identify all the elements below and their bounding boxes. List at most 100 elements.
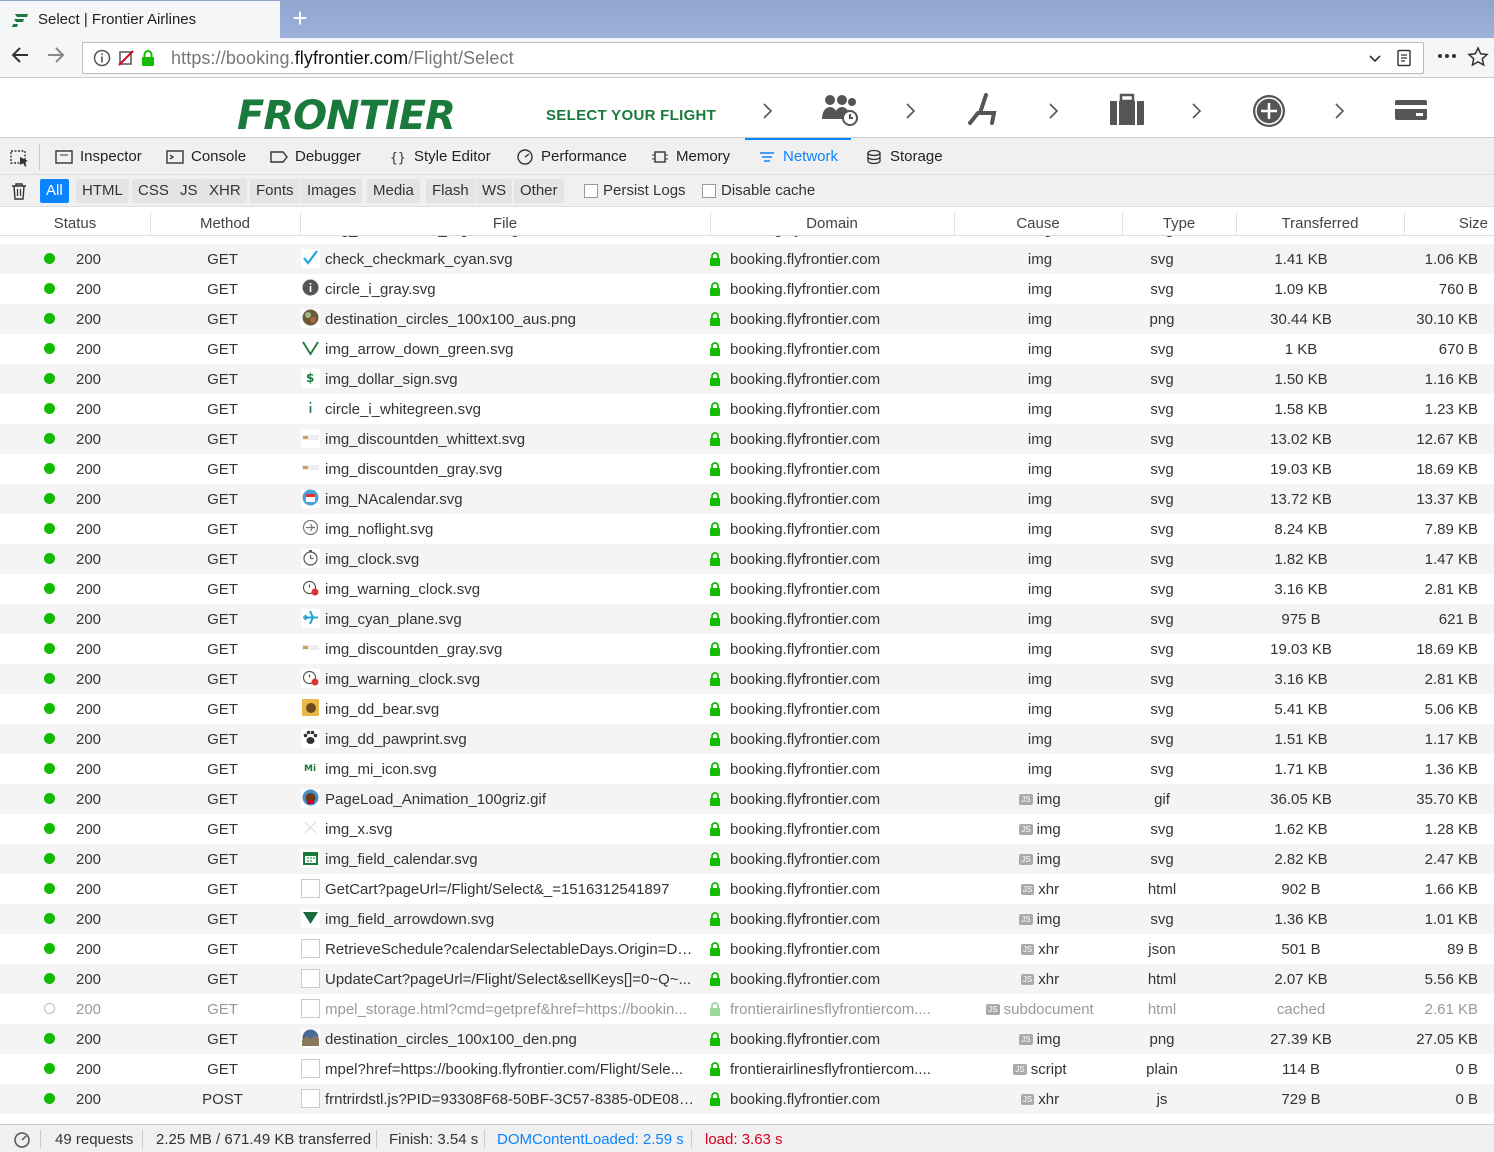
new-tab-button[interactable]: +: [286, 4, 314, 32]
request-domain: booking.flyfrontier.com: [730, 701, 881, 718]
js-stack-icon[interactable]: JS: [1020, 974, 1035, 985]
tab-memory[interactable]: Memory: [651, 138, 730, 175]
filter-css-button[interactable]: CSS: [132, 179, 175, 203]
url-text[interactable]: https://booking.flyfrontier.com/Flight/S…: [171, 48, 514, 69]
request-row[interactable]: 200 GET Mi img_mi_icon.svg booking.flyfronti…: [0, 754, 1494, 784]
filter-fonts-button[interactable]: Fonts: [250, 179, 300, 203]
page-actions-button[interactable]: [1436, 46, 1458, 66]
request-row[interactable]: 200 GET img_field_arrowdown.svg booking.fly…: [0, 904, 1494, 934]
checkbox-box[interactable]: [584, 183, 598, 198]
tab-network[interactable]: Network: [745, 138, 852, 175]
forward-button[interactable]: [42, 44, 70, 72]
clear-trash-icon[interactable]: [11, 182, 27, 200]
tab-debugger[interactable]: Debugger: [270, 138, 361, 175]
request-size: 2.81 KB: [1424, 581, 1478, 598]
cause-label: img: [1027, 491, 1053, 508]
request-size: 12.67 KB: [1416, 431, 1478, 448]
request-row[interactable]: 200 GET img_warning_clock.svg booking.flyfr…: [0, 574, 1494, 604]
checkbox-box[interactable]: [702, 183, 716, 198]
request-row[interactable]: 200 GET destination_circles_100x100_den.pn…: [0, 1024, 1494, 1054]
js-stack-icon[interactable]: JS: [1020, 1094, 1035, 1105]
request-row[interactable]: 200 GET mpel?href=https://booking.flyfront…: [0, 1054, 1494, 1084]
request-row[interactable]: 200 GET img_warning_clock.svg booking.flyfr…: [0, 664, 1494, 694]
tab-console[interactable]: Console: [166, 138, 246, 175]
cause-label: img: [1027, 521, 1053, 538]
request-row[interactable]: 200 GET img_x.svg booking.flyfrontier.com JS…: [0, 814, 1494, 844]
column-divider[interactable]: [150, 212, 151, 236]
js-stack-icon[interactable]: JS: [1020, 944, 1035, 955]
request-row[interactable]: 200 GET destination_circles_100x100_aus.pn…: [0, 304, 1494, 334]
browser-tab[interactable]: Select | Frontier Airlines: [0, 1, 280, 38]
element-picker-icon[interactable]: [10, 150, 30, 168]
performance-analysis-icon[interactable]: [12, 1130, 32, 1148]
info-icon[interactable]: [93, 49, 111, 67]
url-bar[interactable]: https://booking.flyfrontier.com/Flight/S…: [82, 42, 1424, 74]
url-prefix: https://booking.: [171, 47, 295, 68]
persist-logs-checkbox[interactable]: Persist Logs: [584, 182, 686, 199]
filter-xhr-button[interactable]: XHR: [203, 179, 247, 203]
request-row[interactable]: 200 GET img_discountden_gray.svg booking.fl…: [0, 634, 1494, 664]
reader-view-icon[interactable]: [1395, 49, 1413, 67]
tab-style-editor[interactable]: {} Style Editor: [389, 138, 491, 175]
request-row[interactable]: 200 GET img_clock.svg booking.flyfrontier.c…: [0, 544, 1494, 574]
request-row[interactable]: 200 GET PageLoad_Animation_100griz.gif book…: [0, 784, 1494, 814]
request-row[interactable]: 200 GET GetCart?pageUrl=/Flight/Select&_=1…: [0, 874, 1494, 904]
filter-all-button[interactable]: All: [40, 179, 69, 203]
filter-other-button[interactable]: Other: [514, 179, 564, 203]
request-row[interactable]: 200 GET RetrieveSchedule?calendarSelectabl…: [0, 934, 1494, 964]
request-row[interactable]: 200 GET img_NAcalendar.svg booking.flyfront…: [0, 484, 1494, 514]
warn-clock-thumbnail-icon: [301, 669, 320, 688]
js-stack-icon[interactable]: JS: [986, 1004, 1000, 1015]
request-row[interactable]: 200 GET img_arrow_down_green.svg booking.fl…: [0, 334, 1494, 364]
tracking-blocked-icon[interactable]: [117, 49, 135, 67]
column-header-size[interactable]: Size: [1404, 215, 1488, 232]
request-row[interactable]: 200 GET img_cyan_plane.svg booking.flyfront…: [0, 604, 1494, 634]
request-list[interactable]: 200GETimg_discountden_orginal.svgbooking…: [0, 236, 1494, 1123]
request-row[interactable]: 200 GET circle_i_gray.svg booking.flyfronti…: [0, 274, 1494, 304]
filter-flash-button[interactable]: Flash: [426, 179, 475, 203]
tab-performance[interactable]: Performance: [516, 138, 627, 175]
filter-images-button[interactable]: Images: [301, 179, 363, 203]
column-header-transferred[interactable]: Transferred: [1236, 215, 1404, 232]
request-row[interactable]: 200 GET img_dd_pawprint.svg booking.flyfron…: [0, 724, 1494, 754]
js-stack-icon[interactable]: JS: [1013, 1064, 1027, 1075]
request-row[interactable]: 200 GET check_checkmark_cyan.svg booking.fl…: [0, 244, 1494, 274]
column-header-method[interactable]: Method: [170, 215, 280, 232]
filter-ws-button[interactable]: WS: [476, 179, 513, 203]
bookmark-button[interactable]: [1467, 46, 1489, 68]
request-row[interactable]: 200 GET $ img_dollar_sign.svg booking.flyfro…: [0, 364, 1494, 394]
filter-media-button[interactable]: Media: [367, 179, 420, 203]
request-row[interactable]: 200 GET UpdateCart?pageUrl=/Flight/Select&…: [0, 964, 1494, 994]
js-stack-icon[interactable]: JS: [1020, 884, 1035, 895]
request-file: img_NAcalendar.svg: [325, 491, 463, 508]
tab-storage[interactable]: Storage: [865, 138, 943, 175]
column-header-cause[interactable]: Cause: [954, 215, 1122, 232]
request-row[interactable]: 200 GET img_discountden_gray.svg booking.fl…: [0, 454, 1494, 484]
secure-lock-icon[interactable]: [139, 49, 157, 67]
js-stack-icon[interactable]: JS: [1019, 824, 1033, 835]
chevron-down-icon[interactable]: [1367, 50, 1383, 66]
request-row[interactable]: 200 GET img_field_calendar.svg booking.flyf…: [0, 844, 1494, 874]
js-stack-icon[interactable]: JS: [1019, 794, 1033, 805]
filter-html-button[interactable]: HTML: [76, 179, 129, 203]
js-stack-icon[interactable]: JS: [1019, 854, 1033, 865]
back-button[interactable]: [6, 44, 34, 72]
request-row[interactable]: 200 GET img_noflight.svg booking.flyfrontie…: [0, 514, 1494, 544]
column-header-type[interactable]: Type: [1122, 215, 1236, 232]
request-row[interactable]: 200 GET img_discountden_orginal.svg booking…: [0, 236, 1494, 244]
tab-inspector[interactable]: Inspector: [55, 138, 142, 175]
column-header-status[interactable]: Status: [40, 215, 110, 232]
request-row[interactable]: 200 GET mpel_storage.html?cmd=getpref&href…: [0, 994, 1494, 1024]
status-indicator-dot: [44, 1063, 55, 1074]
js-stack-icon[interactable]: JS: [1019, 914, 1033, 925]
request-row[interactable]: 200 POST frntrirdstl.js?PID=93308F68-50BF-…: [0, 1084, 1494, 1114]
column-header-domain[interactable]: Domain: [710, 215, 954, 232]
frontier-logo[interactable]: FRONTIER: [237, 96, 456, 136]
filter-js-button[interactable]: JS: [174, 179, 204, 203]
column-header-file[interactable]: File: [300, 215, 710, 232]
request-row[interactable]: 200 GET circle_i_whitegreen.svg booking.fly…: [0, 394, 1494, 424]
disable-cache-checkbox[interactable]: Disable cache: [702, 182, 815, 199]
request-row[interactable]: 200 GET img_dd_bear.svg booking.flyfrontier…: [0, 694, 1494, 724]
request-row[interactable]: 200 GET img_discountden_whittext.svg bookin…: [0, 424, 1494, 454]
js-stack-icon[interactable]: JS: [1019, 1034, 1033, 1045]
